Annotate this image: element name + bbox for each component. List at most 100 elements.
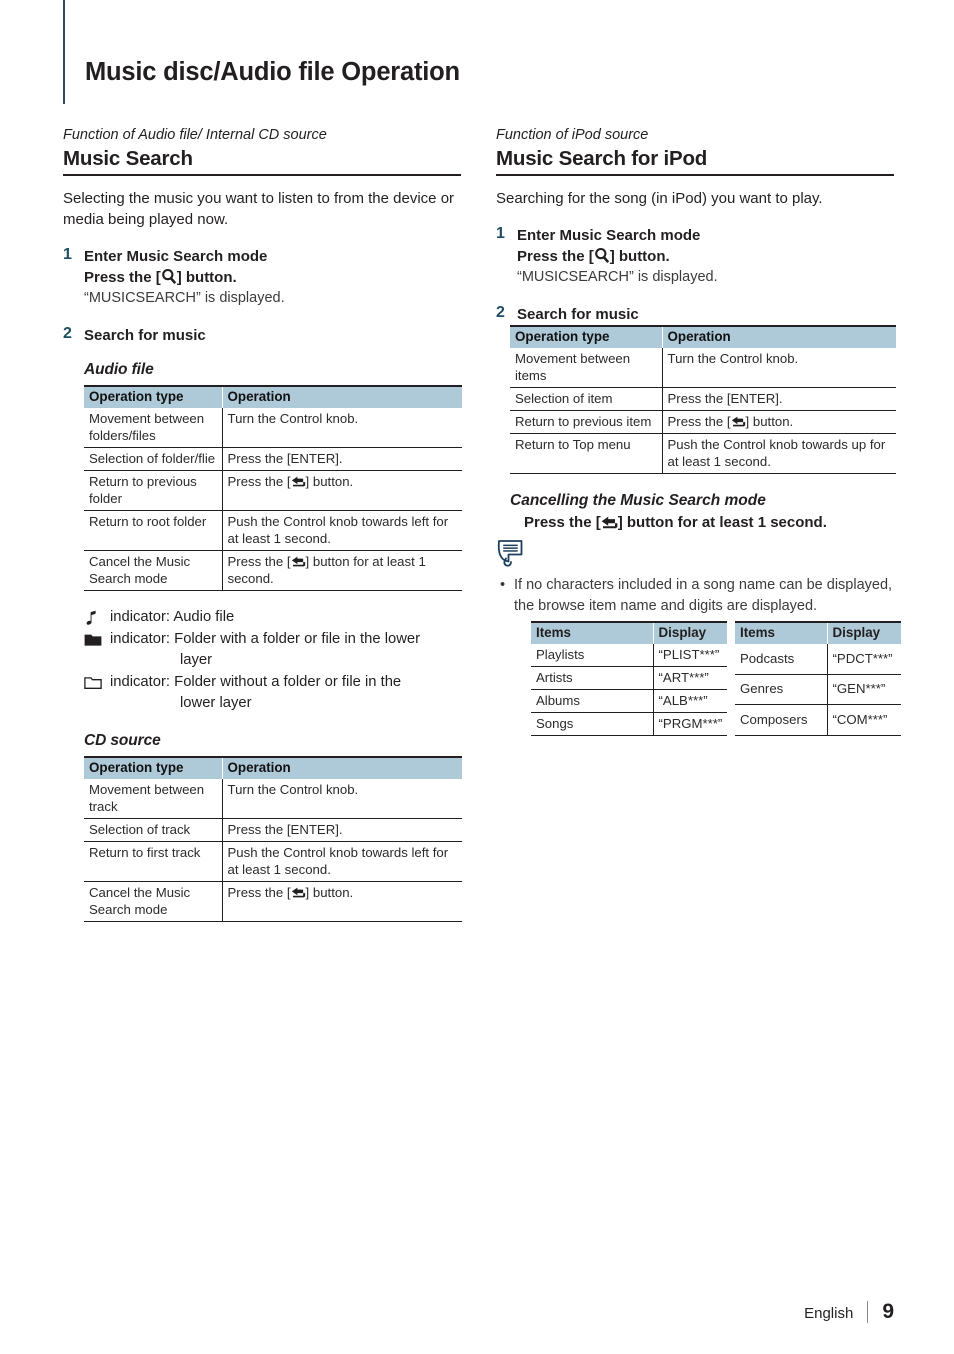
cell-type: Selection of track [84,818,223,842]
cell-display: “ALB***” [653,689,727,713]
left-step-1: 1 Enter Music Search mode Press the [] b… [63,246,461,309]
cell-op: Press the [ ] button. [662,410,896,434]
cancelling-head: Cancelling the Music Search mode [510,492,766,509]
bullet-marker: • [500,577,506,593]
cell-type: Movement between track [84,779,223,819]
cell-op: Push the Control knob towards left for a… [222,510,462,551]
cd-col-type: Operation type [84,756,223,779]
cell-type: Return to first track [84,841,223,882]
table-row: Return to first track Push the Control k… [84,841,462,882]
cell-item: Genres [735,674,828,706]
cell-display: “COM***” [827,704,901,736]
cell-op: Turn the Control knob. [222,779,462,819]
cancelling-prefix: Press the [ [524,514,601,531]
left-eyebrow: Function of Audio file/ Internal CD sour… [63,127,327,143]
search-icon [594,247,609,264]
legend-item-audio-file-label: indicator: Audio file [110,609,235,625]
cell-type: Return to previous folder [84,470,223,511]
page-footer: English 9 [804,1300,894,1324]
items-table-left: Items Display Playlists “PLIST***” Artis… [531,621,727,736]
table-row: Return to previous item Press the [] but… [510,410,896,434]
cancelling-instruction: Press the [] button for at least 1 secon… [524,512,894,534]
legend-item-folder-outline: indicator: Folder without a folder or fi… [84,672,461,714]
table-row: Movement between track Turn the Control … [84,779,462,819]
left-step-1-number: 1 [63,246,72,263]
table-row: Return to previous folder Press the [] b… [84,470,462,511]
audio-col-op: Operation [222,385,462,408]
cd-col-op: Operation [222,756,462,779]
audio-file-subhead: Audio file [84,361,154,378]
cell-op-prefix: Press the [ [667,414,731,429]
cell-item: Podcasts [735,644,828,675]
table-header-row: Items Display [531,621,727,644]
legend-item-folder-outline-label: indicator: Folder without a folder or fi… [110,672,461,714]
music-note-icon [84,607,110,628]
right-eyebrow: Function of iPod source [496,127,649,143]
legend-line-2: lower layer [180,695,252,711]
table-row: Return to Top menu Push the Control knob… [510,433,896,474]
table-header-row: Operation type Operation [510,325,896,348]
cell-op-suffix: ] button. [745,414,794,429]
right-section-title: Music Search for iPod [496,146,894,176]
back-arrow-icon [291,887,305,898]
cell-op-prefix: Press the [ [227,885,291,900]
legend-item-folder-filled: indicator: Folder with a folder or file … [84,629,461,671]
audio-file-table: Operation type Operation Movement betwee… [84,385,462,591]
table-row: Genres “GEN***” [735,674,901,706]
table-row: Selection of track Press the [ENTER]. [84,818,462,842]
left-column: Function of Audio file/ Internal CD sour… [63,126,462,922]
table-row: Return to root folder Push the Control k… [84,510,462,551]
cell-type: Return to root folder [84,510,223,551]
cell-op: Push the Control knob towards up for at … [662,433,896,474]
back-arrow-icon [291,476,305,487]
left-step-2: 2 Search for music [63,325,461,346]
page-header: Music disc/Audio file Operation [0,0,954,112]
cell-op: Press the [ENTER]. [662,387,896,411]
items-col-items: Items [735,621,828,644]
cell-type: Movement between items [510,348,663,388]
cell-item: Albums [531,689,654,713]
footer-separator [867,1301,869,1323]
left-step-1-sub-prefix: Press the [ [84,269,161,286]
table-row: Albums “ALB***” [531,689,727,713]
cell-item: Songs [531,712,654,736]
table-row: Movement between folders/files Turn the … [84,408,462,448]
table-header-row: Operation type Operation [84,385,462,408]
cell-op-suffix: ] button. [305,885,354,900]
note-bullet-text: If no characters included in a song name… [514,577,893,614]
left-step-1-sub: Press the [] button. [84,267,461,288]
right-step-1-note: “MUSICSEARCH” is displayed. [517,269,718,285]
table-row: Selection of folder/flie Press the [ENTE… [84,447,462,471]
cell-type: Return to Top menu [510,433,663,474]
note-bullet-row: • If no characters included in a song na… [500,575,894,617]
right-step-2-head: Search for music [517,306,639,323]
cell-display: “GEN***” [827,674,901,706]
right-step-1-number: 1 [496,225,505,242]
cell-op: Press the [] button. [222,470,462,511]
footer-language: English [804,1305,854,1322]
cell-item: Composers [735,704,828,736]
left-step-1-note: “MUSICSEARCH” is displayed. [84,290,285,306]
cell-type: Selection of item [510,387,663,411]
cell-op: Press the [ENTER]. [222,818,462,842]
right-step-2: 2 Search for music [496,304,894,325]
cell-type: Selection of folder/flie [84,447,223,471]
cd-source-table: Operation type Operation Movement betwee… [84,756,462,922]
left-step-2-head: Search for music [84,327,206,344]
cell-item: Artists [531,666,654,690]
cd-source-subhead: CD source [84,732,161,749]
table-row: Artists “ART***” [531,666,727,690]
table-row: Songs “PRGM***” [531,712,727,736]
right-step-1-sub-suffix: ] button. [609,248,670,265]
left-step-2-number: 2 [63,325,72,342]
footer-page-number: 9 [882,1300,894,1323]
legend-item-audio-file: indicator: Audio file [84,607,461,628]
right-intro-text: Searching for the song (in iPod) you wan… [496,190,823,207]
title-accent-rule [63,0,65,104]
audio-file-table-wrap: Operation type Operation Movement betwee… [84,385,462,591]
ipod-col-type: Operation type [510,325,663,348]
note-bubble-icon [496,538,894,573]
ipod-search-table: Operation type Operation Movement betwee… [510,325,896,474]
items-col-display: Display [653,621,727,644]
back-arrow-icon [291,556,305,567]
